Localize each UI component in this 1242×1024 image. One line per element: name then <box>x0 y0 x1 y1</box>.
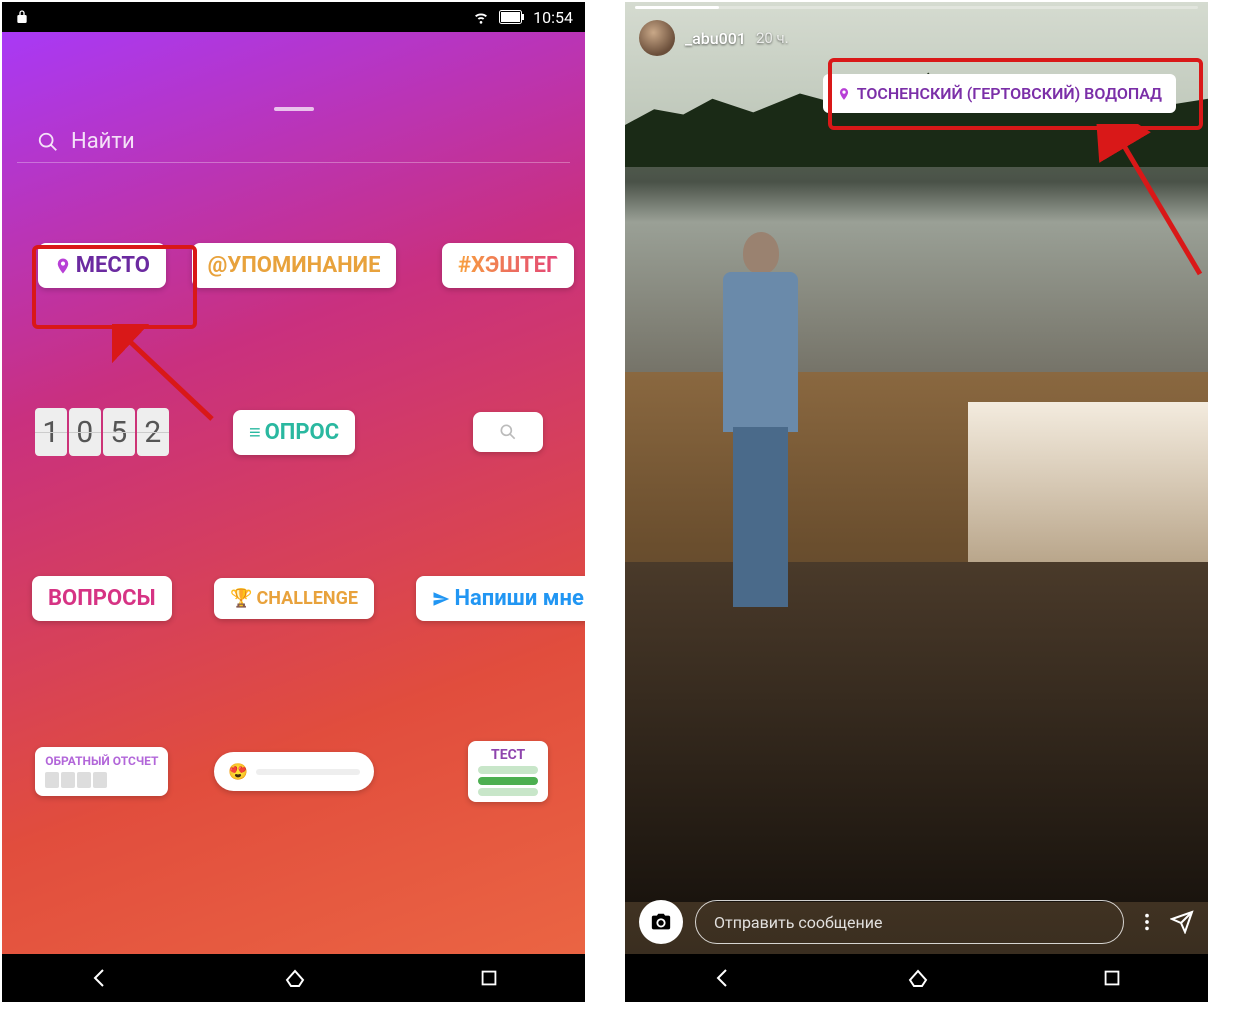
challenge-sticker-label: CHALLENGE <box>257 588 358 609</box>
status-time: 10:54 <box>533 8 573 27</box>
left-phone-sticker-picker: 10:54 МЕСТО @УПОМИНАНИЕ #ХЭШТЕГ 1 0 <box>2 2 585 1002</box>
location-sticker[interactable]: МЕСТО <box>38 243 166 288</box>
quiz-sticker[interactable]: ТЕСТ <box>468 741 548 802</box>
nav-back-icon[interactable] <box>88 966 112 990</box>
story-person-figure <box>705 232 805 672</box>
slider-track <box>256 769 360 775</box>
countdown-sticker[interactable]: ОБРАТНЫЙ ОТСЧЕТ <box>35 747 168 796</box>
trophy-icon: 🏆 <box>230 588 252 609</box>
more-vertical-icon <box>1136 911 1158 933</box>
story-progress <box>635 6 1198 9</box>
dm-sticker[interactable]: Напиши мне <box>416 576 585 621</box>
nav-home-icon[interactable] <box>906 966 930 990</box>
right-phone-story-view: _abu001 20 ч. ТОСНЕНСКИЙ (ГЕРТОВСКИЙ) ВО… <box>625 2 1208 1002</box>
hashtag-sticker[interactable]: #ХЭШТЕГ <box>442 243 574 288</box>
nav-recents-icon[interactable] <box>478 967 500 989</box>
story-timestamp: 20 ч. <box>756 29 789 47</box>
send-icon <box>432 590 450 608</box>
sticker-panel: МЕСТО @УПОМИНАНИЕ #ХЭШТЕГ 1 0 5 2 ≡ ОПРО… <box>2 97 585 954</box>
quiz-sticker-label: ТЕСТ <box>478 747 538 763</box>
reply-input[interactable] <box>695 900 1124 944</box>
story-location-label: ТОСНЕНСКИЙ (ГЕРТОВСКИЙ) ВОДОПАД <box>857 84 1162 103</box>
story-header: _abu001 20 ч. <box>625 12 1208 64</box>
clock-sticker[interactable]: 1 0 5 2 <box>35 408 169 456</box>
story-username[interactable]: _abu001 <box>685 29 746 48</box>
clock-digit: 1 <box>35 408 67 456</box>
clock-digit: 0 <box>69 408 101 456</box>
dm-sticker-label: Напиши мне <box>454 586 583 611</box>
countdown-sticker-label: ОБРАТНЫЙ ОТСЧЕТ <box>45 755 158 768</box>
android-nav-bar <box>2 954 585 1002</box>
hashtag-sticker-label: #ХЭШТЕГ <box>458 253 558 278</box>
nav-home-icon[interactable] <box>283 966 307 990</box>
clock-digit: 2 <box>137 408 169 456</box>
search-icon <box>37 131 59 153</box>
nav-back-icon[interactable] <box>711 966 735 990</box>
battery-icon <box>499 10 525 24</box>
send-button[interactable] <box>1170 910 1194 934</box>
gif-sticker[interactable] <box>473 412 543 452</box>
send-icon <box>1170 910 1194 934</box>
heart-eyes-emoji-icon: 😍 <box>228 762 248 781</box>
camera-icon <box>650 911 672 933</box>
story-location-tag[interactable]: ТОСНЕНСКИЙ (ГЕРТОВСКИЙ) ВОДОПАД <box>823 74 1176 113</box>
wifi-icon <box>471 9 491 25</box>
search-icon <box>498 422 518 442</box>
android-status-bar: 10:54 <box>2 2 585 32</box>
location-sticker-label: МЕСТО <box>76 253 150 278</box>
clock-digit: 5 <box>103 408 135 456</box>
sticker-search[interactable] <box>17 121 570 163</box>
search-input[interactable] <box>71 129 550 154</box>
poll-lines-icon: ≡ <box>249 420 261 445</box>
poll-sticker[interactable]: ≡ ОПРОС <box>233 410 355 455</box>
camera-button[interactable] <box>639 900 683 944</box>
drag-handle[interactable] <box>274 107 314 111</box>
more-button[interactable] <box>1136 911 1158 933</box>
story-reply-bar <box>639 900 1194 944</box>
pin-icon <box>54 257 72 275</box>
nav-recents-icon[interactable] <box>1101 967 1123 989</box>
android-nav-bar <box>625 954 1208 1002</box>
pin-icon <box>837 87 851 101</box>
questions-sticker-label: ВОПРОСЫ <box>48 586 156 611</box>
lock-icon <box>14 9 30 25</box>
mention-sticker-label: @УПОМИНАНИЕ <box>208 253 381 278</box>
challenge-sticker[interactable]: 🏆 CHALLENGE <box>214 578 374 619</box>
mention-sticker[interactable]: @УПОМИНАНИЕ <box>192 243 397 288</box>
poll-sticker-label: ОПРОС <box>265 420 339 445</box>
avatar[interactable] <box>639 20 675 56</box>
emoji-slider-sticker[interactable]: 😍 <box>214 752 374 791</box>
questions-sticker[interactable]: ВОПРОСЫ <box>32 576 172 621</box>
